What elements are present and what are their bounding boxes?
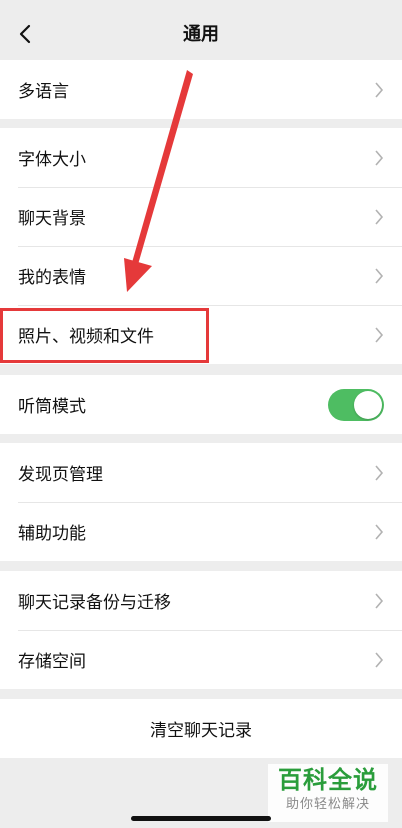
clear-chat-history-button[interactable]: 清空聊天记录 bbox=[0, 699, 402, 758]
cell-label: 照片、视频和文件 bbox=[18, 327, 154, 347]
settings-group-language: 多语言 bbox=[0, 60, 402, 119]
cell-font-size[interactable]: 字体大小 bbox=[0, 128, 402, 187]
cell-label: 听筒模式 bbox=[18, 397, 86, 417]
chevron-right-icon bbox=[375, 464, 384, 481]
cell-storage-space[interactable]: 存储空间 bbox=[0, 630, 402, 689]
cell-discover-management[interactable]: 发现页管理 bbox=[0, 443, 402, 502]
cell-accessibility[interactable]: 辅助功能 bbox=[0, 502, 402, 561]
cell-language[interactable]: 多语言 bbox=[0, 60, 402, 119]
earpiece-mode-toggle[interactable] bbox=[328, 388, 384, 421]
cell-chat-background[interactable]: 聊天背景 bbox=[0, 187, 402, 246]
watermark-title: 百科全说 bbox=[278, 766, 378, 794]
chevron-right-icon bbox=[375, 592, 384, 609]
chevron-right-icon bbox=[375, 523, 384, 540]
cell-label: 辅助功能 bbox=[18, 524, 86, 544]
cell-label: 存储空间 bbox=[18, 652, 86, 672]
chevron-right-icon bbox=[375, 651, 384, 668]
home-indicator bbox=[131, 816, 271, 821]
watermark-subtitle: 助你轻松解决 bbox=[285, 797, 370, 812]
cell-earpiece-mode: 听筒模式 bbox=[0, 375, 402, 434]
chevron-right-icon bbox=[375, 81, 384, 98]
settings-group-discover: 发现页管理 辅助功能 bbox=[0, 443, 402, 561]
cell-chat-backup-migrate[interactable]: 聊天记录备份与迁移 bbox=[0, 571, 402, 630]
settings-group-chat-display: 字体大小 聊天背景 我的表情 照片、视频和文件 bbox=[0, 128, 402, 364]
watermark-logo: 百科全说 助你轻松解决 bbox=[268, 764, 388, 822]
settings-group-earpiece: 听筒模式 bbox=[0, 375, 402, 434]
chevron-right-icon bbox=[375, 149, 384, 166]
page-title: 通用 bbox=[183, 24, 219, 45]
chevron-right-icon bbox=[375, 208, 384, 225]
nav-bar: 通用 bbox=[0, 0, 402, 60]
settings-group-clear: 清空聊天记录 bbox=[0, 699, 402, 758]
cell-my-stickers[interactable]: 我的表情 bbox=[0, 246, 402, 305]
cell-label: 我的表情 bbox=[18, 268, 86, 288]
cell-label: 发现页管理 bbox=[18, 465, 103, 485]
settings-group-storage: 聊天记录备份与迁移 存储空间 bbox=[0, 571, 402, 689]
chevron-right-icon bbox=[375, 267, 384, 284]
cell-label: 多语言 bbox=[18, 82, 69, 102]
toggle-knob bbox=[354, 390, 382, 419]
chevron-right-icon bbox=[375, 326, 384, 343]
cell-photos-videos-files[interactable]: 照片、视频和文件 bbox=[0, 305, 402, 364]
cell-label: 聊天背景 bbox=[18, 209, 86, 229]
cell-label: 清空聊天记录 bbox=[150, 721, 252, 741]
cell-label: 字体大小 bbox=[18, 150, 86, 170]
cell-label: 聊天记录备份与迁移 bbox=[18, 593, 171, 613]
